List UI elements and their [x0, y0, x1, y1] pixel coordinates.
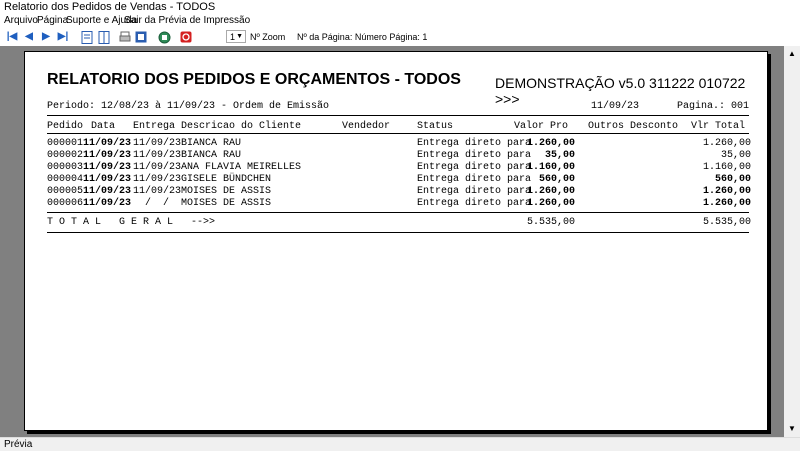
cell-total: 35,00 [720, 150, 751, 161]
window-title: Relatorio dos Pedidos de Vendas - TODOS [4, 1, 216, 13]
col-header-status: Status [417, 121, 454, 132]
export-icon[interactable] [157, 30, 171, 44]
cell-data: 11/09/23 [83, 162, 132, 173]
last-page-icon[interactable]: ▶| [56, 30, 70, 44]
cell-data: 11/09/23 [83, 186, 132, 197]
scroll-down-icon[interactable]: ▼ [784, 421, 800, 437]
cell-total: 1.160,00 [702, 162, 751, 173]
next-page-icon[interactable]: ▶ [39, 30, 53, 44]
single-page-icon[interactable] [80, 30, 94, 44]
cell-data: 11/09/23 [83, 138, 132, 149]
col-header-valor: Valor Pro [514, 121, 569, 132]
cell-cliente: BIANCA RAU [181, 150, 242, 161]
report-period: Periodo: 12/08/23 à 11/09/23 - Ordem de … [47, 101, 330, 112]
cell-entrega: 11/09/23 [133, 186, 182, 197]
cell-cliente: MOISES DE ASSIS [181, 198, 272, 209]
scroll-up-icon[interactable]: ▲ [784, 46, 800, 62]
col-header-vendedor: Vendedor [342, 121, 391, 132]
preview-viewport[interactable]: RELATORIO DOS PEDIDOS E ORÇAMENTOS - TOD… [0, 46, 800, 437]
page-number-label: Nº da Página: Número Página: 1 [297, 32, 428, 42]
print-icon[interactable] [134, 30, 148, 44]
col-header-entrega: Entrega [133, 121, 176, 132]
cell-cliente: ANA FLAVIA MEIRELLES [181, 162, 302, 173]
cell-entrega: 11/09/23 [133, 174, 182, 185]
cell-pedido: 000006 [47, 198, 84, 209]
cell-valor: 1.260,00 [526, 186, 575, 197]
two-pages-icon[interactable] [97, 30, 111, 44]
cell-data: 11/09/23 [83, 198, 132, 209]
menu-bar: Arquivo Página Suporte e Ajuda Sair da P… [0, 14, 800, 28]
zoom-value: 1 [230, 32, 236, 42]
close-preview-icon[interactable] [179, 30, 193, 44]
menu-arquivo[interactable]: Arquivo [4, 15, 38, 26]
cell-data: 11/09/23 [83, 150, 132, 161]
report-date: 11/09/23 [591, 101, 640, 112]
vertical-scrollbar[interactable]: ▲ ▼ [784, 46, 800, 437]
zoom-select[interactable]: 1 ▼ [226, 30, 246, 43]
col-header-pedido: Pedido [47, 121, 84, 132]
cell-cliente: GISELE BÜNDCHEN [181, 174, 272, 185]
menu-sair-previa[interactable]: Sair da Prévia de Impressão [124, 15, 250, 26]
header-divider-top [47, 115, 749, 116]
report-title: RELATORIO DOS PEDIDOS E ORÇAMENTOS - TOD… [47, 71, 461, 88]
cell-pedido: 000004 [47, 174, 84, 185]
total-geral-label: T O T A L G E R A L -->> [47, 217, 216, 228]
cell-total: 560,00 [714, 174, 751, 185]
cell-cliente: BIANCA RAU [181, 138, 242, 149]
cell-pedido: 000002 [47, 150, 84, 161]
prev-page-icon[interactable]: ◀ [22, 30, 36, 44]
cell-cliente: MOISES DE ASSIS [181, 186, 272, 197]
status-text: Prévia [4, 439, 33, 450]
cell-total: 1.260,00 [702, 198, 751, 209]
total-divider-top [47, 212, 749, 213]
cell-data: 11/09/23 [83, 174, 132, 185]
chevron-down-icon: ▼ [236, 33, 243, 40]
print-setup-icon[interactable] [118, 30, 132, 44]
header-divider-bottom [47, 133, 749, 134]
status-bar: Prévia [0, 437, 800, 451]
total-divider-bottom [47, 232, 749, 233]
col-header-total: Vlr Total [691, 121, 746, 132]
total-valor: 5.535,00 [526, 217, 575, 228]
first-page-icon[interactable]: |◀ [5, 30, 19, 44]
report-page: RELATORIO DOS PEDIDOS E ORÇAMENTOS - TOD… [24, 51, 768, 431]
cell-total: 1.260,00 [702, 186, 751, 197]
total-vlr-total: 5.535,00 [702, 217, 751, 228]
cell-valor: 35,00 [544, 150, 575, 161]
cell-pedido: 000003 [47, 162, 84, 173]
cell-entrega: 11/09/23 [133, 150, 182, 161]
window-titlebar: Relatorio dos Pedidos de Vendas - TODOS [0, 0, 800, 14]
cell-valor: 1.160,00 [526, 162, 575, 173]
cell-valor: 560,00 [538, 174, 575, 185]
cell-total: 1.260,00 [702, 138, 751, 149]
cell-entrega: / / [133, 198, 170, 209]
cell-pedido: 000005 [47, 186, 84, 197]
report-page-number: Pagina.: 001 [677, 101, 750, 112]
menu-pagina[interactable]: Página [37, 15, 68, 26]
col-header-descricao: Descricao do Cliente [181, 121, 302, 132]
cell-entrega: 11/09/23 [133, 138, 182, 149]
zoom-label: Nº Zoom [250, 32, 286, 42]
cell-entrega: 11/09/23 [133, 162, 182, 173]
col-header-data: Data [91, 121, 116, 132]
col-header-outros: Outros Desconto [588, 121, 679, 132]
cell-valor: 1.260,00 [526, 138, 575, 149]
cell-pedido: 000001 [47, 138, 84, 149]
cell-valor: 1.260,00 [526, 198, 575, 209]
